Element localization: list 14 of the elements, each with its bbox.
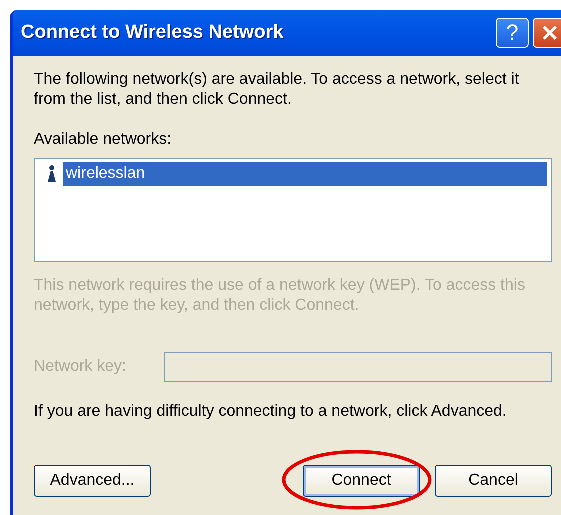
dialog-button[interactable]: Advanced... <box>34 465 151 497</box>
intro-text: The following network(s) are available. To access a network, select it from the list, and then click Connect. <box>34 70 520 110</box>
help-button[interactable]: ? <box>496 18 529 48</box>
antenna-icon <box>47 165 57 183</box>
network-item[interactable]: wirelesslan <box>63 162 547 186</box>
dialog-button[interactable]: Cancel <box>435 465 552 497</box>
hint-text: If you are having difficulty connecting to a network, click Advanced. <box>34 402 508 422</box>
networks-label: Available networks: <box>34 130 173 150</box>
close-icon <box>540 24 558 42</box>
window-title: Connect to Wireless Network <box>21 22 285 44</box>
key-instructions: This network requires the use of a network key (WEP). To access this network, type the key, and then click Connect. <box>34 276 526 316</box>
network-key-label: Network key: <box>34 358 128 376</box>
dialog-button[interactable]: Connect <box>303 465 420 497</box>
close-button[interactable] <box>533 18 561 48</box>
